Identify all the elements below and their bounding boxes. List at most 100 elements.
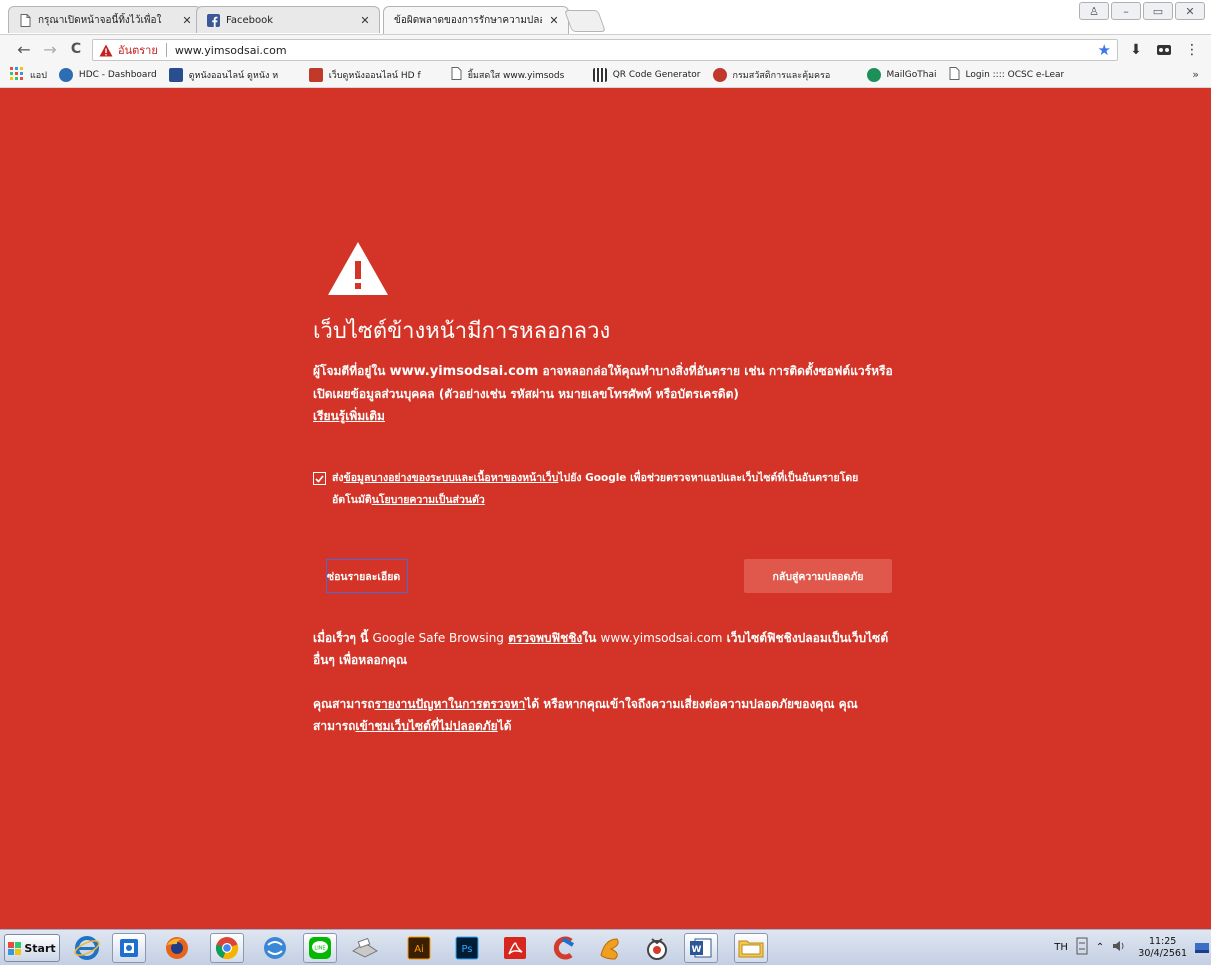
word-icon[interactable]: W	[684, 933, 718, 963]
star-icon[interactable]: ★	[1098, 41, 1111, 59]
folder-icon[interactable]	[734, 933, 768, 963]
tab-title: กรุณาเปิดหน้าจอนี้ทิ้งไว้เพื่อใ	[38, 14, 162, 26]
privacy-policy-link[interactable]: นโยบายความเป็นส่วนตัว	[372, 494, 485, 506]
messenger-icon[interactable]	[258, 933, 292, 963]
bookmark-label: ดูหนังออนไลน์ ดูหนัง ห	[188, 71, 279, 81]
bookmarks-bar: แอป HDC - Dashboard ดูหนังออนไลน์ ดูหนัง…	[0, 63, 1211, 88]
site-name: www.yimsodsai.com	[600, 631, 723, 645]
report-label: ส่งข้อมูลบางอย่างของระบบและเนื้อหาของหน้…	[332, 467, 893, 511]
tab-strip: กรุณาเปิดหน้าจอนี้ทิ้งไว้เพื่อใ ✕ Facebo…	[0, 0, 1211, 35]
clock[interactable]: 11:25 30/4/2561	[1138, 936, 1187, 960]
sketch-icon[interactable]	[594, 933, 628, 963]
tab-1[interactable]: กรุณาเปิดหน้าจอนี้ทิ้งไว้เพื่อใ ✕	[8, 6, 202, 33]
film-icon	[168, 68, 183, 82]
intro-paragraph: ผู้โจมตีที่อยู่ใน www.yimsodsai.com อาจห…	[313, 360, 893, 427]
learn-more-link[interactable]: เรียนรู้เพิ่มเติม	[313, 409, 385, 423]
page-icon	[19, 13, 32, 27]
bookmark-item[interactable]: MailGoThai	[866, 68, 937, 82]
tab-close-icon[interactable]: ✕	[359, 14, 371, 27]
bookmark-item[interactable]: ยิ้มสดใส www.yimsods	[451, 67, 581, 83]
tab-close-icon[interactable]: ✕	[181, 14, 193, 27]
bookmark-item[interactable]: กรมสวัสดิการและคุ้มครอ	[712, 68, 855, 82]
bookmark-label: MailGoThai	[886, 70, 937, 80]
outlook-icon[interactable]	[112, 933, 146, 963]
scanner-icon[interactable]	[348, 933, 382, 963]
security-indicator[interactable]: อันตราย	[99, 41, 158, 59]
window-controls: ♙ – ▭ ✕	[1079, 2, 1205, 20]
line-icon[interactable]: LINE	[303, 933, 337, 963]
download-icon[interactable]: ⬇	[1126, 40, 1146, 60]
tab-title: Facebook	[226, 14, 273, 26]
system-info-link[interactable]: ข้อมูลบางอย่างของระบบและเนื้อหาของหน้าเว…	[344, 472, 559, 484]
svg-text:W: W	[692, 945, 702, 955]
visit-unsafe-site-link[interactable]: เข้าชมเว็บไซต์ที่ไม่ปลอดภัย	[355, 719, 497, 733]
show-desktop-icon[interactable]	[1195, 933, 1209, 963]
tab-3-active[interactable]: ข้อผิดพลาดของการรักษาความปลอ ✕	[383, 6, 569, 34]
address-bar[interactable]: อันตราย www.yimsodsai.com ★	[92, 39, 1118, 61]
extension-icon[interactable]	[1154, 40, 1174, 60]
detail-text: เมื่อเร็วๆ นี้	[313, 631, 369, 645]
report-checkbox[interactable]	[313, 472, 326, 485]
photoshop-icon[interactable]: Ps	[450, 933, 484, 963]
extended-reporting: ส่งข้อมูลบางอย่างของระบบและเนื้อหาของหน้…	[313, 467, 893, 511]
back-arrow-icon[interactable]: ←	[14, 39, 34, 59]
mail-icon	[866, 68, 881, 82]
language-bar-icon[interactable]	[1076, 937, 1088, 958]
bookmark-label: กรมสวัสดิการและคุ้มครอ	[732, 71, 831, 81]
start-label: Start	[24, 941, 56, 955]
phishing-detected-link[interactable]: ตรวจพบฟิชชิง	[508, 631, 582, 645]
detail-text: คุณสามารถ	[313, 697, 375, 711]
divider	[165, 43, 167, 57]
facebook-icon	[207, 13, 220, 27]
back-to-safety-button[interactable]: กลับสู่ความปลอดภัย	[744, 559, 892, 593]
bookmark-apps[interactable]: แอป	[10, 66, 47, 84]
bookmark-label: ยิ้มสดใส www.yimsods	[467, 71, 565, 81]
bookmark-item[interactable]: QR Code Generator	[592, 68, 701, 82]
new-tab-button[interactable]	[563, 10, 607, 32]
illustrator-icon[interactable]: Ai	[402, 933, 436, 963]
start-button[interactable]: Start	[4, 934, 60, 962]
tab-title: ข้อผิดพลาดของการรักษาความปลอ	[394, 15, 542, 26]
reload-icon[interactable]: C	[66, 39, 86, 59]
safe-browsing-name: Google Safe Browsing	[372, 631, 504, 645]
forward-arrow-icon[interactable]: →	[40, 39, 60, 59]
windows-logo-icon	[8, 941, 22, 955]
bookmark-item[interactable]: เว็บดูหนังออนไลน์ HD f	[308, 68, 439, 82]
qr-code-icon	[592, 68, 607, 82]
bookmark-item[interactable]: ดูหนังออนไลน์ ดูหนัง ห	[168, 68, 297, 82]
page-title: เว็บไซต์ข้างหน้ามีการหลอกลวง	[313, 319, 611, 344]
bookmark-label: HDC - Dashboard	[78, 70, 157, 80]
hide-details-button[interactable]: ซ่อนรายละเอียด	[326, 559, 408, 593]
maximize-button[interactable]: ▭	[1143, 2, 1173, 20]
bookmark-item[interactable]: HDC - Dashboard	[58, 68, 157, 82]
site-name: www.yimsodsai.com	[389, 364, 539, 379]
intro-text: ผู้โจมตีที่อยู่ใน	[313, 364, 386, 378]
menu-icon[interactable]: ⋮	[1182, 40, 1202, 60]
url-text: www.yimsodsai.com	[174, 43, 287, 57]
minimize-button[interactable]: –	[1111, 2, 1141, 20]
checkmark-icon	[315, 474, 324, 483]
safe-browsing-interstitial: เว็บไซต์ข้างหน้ามีการหลอกลวง ผู้โจมตีที่…	[0, 88, 1211, 929]
page-icon	[451, 67, 462, 83]
toolbar: ← → C อันตราย www.yimsodsai.com ★ ⬇ ⋮	[0, 35, 1211, 63]
profile-icon[interactable]: ♙	[1079, 2, 1109, 20]
recorder-icon[interactable]	[640, 933, 674, 963]
tab-2[interactable]: Facebook ✕	[196, 6, 380, 33]
firefox-icon[interactable]	[160, 933, 194, 963]
report-detection-link[interactable]: รายงานปัญหาในการตรวจหา	[375, 697, 526, 711]
chevron-up-icon[interactable]: ⌃	[1096, 942, 1104, 953]
seal-icon	[712, 68, 727, 82]
ccleaner-icon[interactable]	[546, 933, 580, 963]
tab-close-icon[interactable]: ✕	[548, 14, 560, 27]
bookmark-item[interactable]: Login :::: OCSC e-Lear	[949, 67, 1067, 83]
chrome-icon[interactable]	[210, 933, 244, 963]
ie-icon[interactable]	[70, 933, 104, 963]
language-indicator[interactable]: TH	[1054, 942, 1068, 953]
report-text: ส่ง	[332, 472, 344, 484]
button-row: ซ่อนรายละเอียด กลับสู่ความปลอดภัย	[313, 559, 893, 595]
acrobat-icon[interactable]	[498, 933, 532, 963]
close-button[interactable]: ✕	[1175, 2, 1205, 20]
bookmarks-overflow-icon[interactable]: »	[1192, 68, 1199, 81]
security-label: อันตราย	[118, 44, 158, 57]
speaker-icon[interactable]	[1112, 940, 1126, 955]
